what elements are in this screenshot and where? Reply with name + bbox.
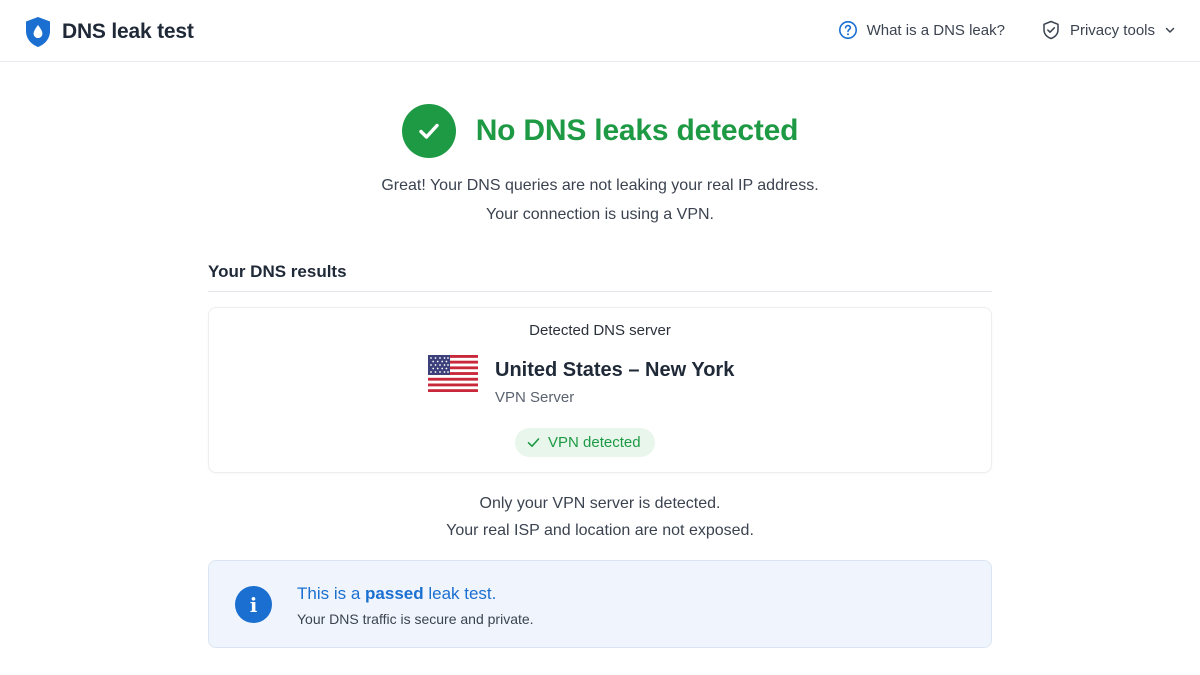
badge-label: VPN detected xyxy=(548,434,641,451)
info-title-prefix: This is a xyxy=(297,584,366,603)
info-title: This is a passed leak test. xyxy=(297,584,496,604)
nav-what-is-dns-leak[interactable]: What is a DNS leak? xyxy=(838,20,1005,40)
info-title-emphasis: passed xyxy=(365,584,424,603)
nav-label: Privacy tools xyxy=(1069,21,1155,39)
dns-server-type: VPN Server xyxy=(495,389,575,406)
summary-line1: Only your VPN server is detected. xyxy=(479,495,721,512)
info-icon: i xyxy=(235,586,272,623)
status-title: No DNS leaks detected xyxy=(475,114,799,147)
status-description-line2: Your connection is using a VPN. xyxy=(486,206,714,223)
shield-drop-icon xyxy=(26,17,50,47)
status-hero: No DNS leaks detected xyxy=(0,104,1200,158)
app-title: DNS leak test xyxy=(62,20,194,43)
top-nav: What is a DNS leak? Privacy tools xyxy=(838,20,1176,40)
section-divider xyxy=(208,291,992,292)
section-title: Your DNS results xyxy=(208,262,347,281)
info-title-suffix: leak test. xyxy=(423,584,497,603)
summary-line2: Your real ISP and location are not expos… xyxy=(446,522,754,539)
dns-server-location: United States – New York xyxy=(495,359,735,381)
dns-result-card: Detected DNS server United States – New … xyxy=(208,307,992,473)
vpn-detected-badge: VPN detected xyxy=(515,428,655,457)
brand[interactable]: DNS leak test xyxy=(24,16,194,48)
test-result-info-box: i This is a passed leak test. Your DNS t… xyxy=(208,560,992,648)
status-description-line1: Great! Your DNS queries are not leaking … xyxy=(381,177,819,194)
check-icon xyxy=(527,438,540,447)
nav-privacy-tools-dropdown[interactable]: Privacy tools xyxy=(1041,20,1176,40)
help-circle-icon xyxy=(838,21,857,39)
success-check-icon xyxy=(401,104,456,158)
info-subtitle: Your DNS traffic is secure and private. xyxy=(297,611,534,627)
us-flag-icon xyxy=(428,355,478,392)
card-label: Detected DNS server xyxy=(529,322,671,339)
nav-label: What is a DNS leak? xyxy=(866,21,1005,39)
chevron-down-icon xyxy=(1165,27,1175,33)
shield-check-icon xyxy=(1043,20,1059,40)
top-header: DNS leak test What is a DNS leak? Privac… xyxy=(0,0,1200,62)
